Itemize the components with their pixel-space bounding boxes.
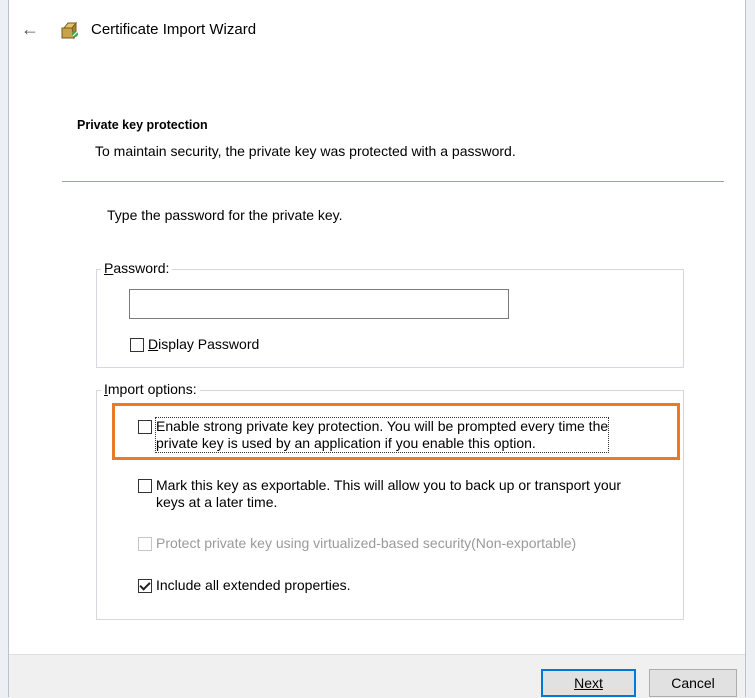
- exportable-row[interactable]: Mark this key as exportable. This will a…: [138, 477, 621, 511]
- cancel-button[interactable]: Cancel: [649, 669, 737, 697]
- vbs-row: Protect private key using virtualized-ba…: [138, 535, 576, 552]
- next-button[interactable]: Next: [541, 669, 636, 697]
- display-password-label[interactable]: Display Password: [148, 336, 259, 353]
- display-password-label-rest: isplay Password: [158, 336, 260, 352]
- exportable-line1: Mark this key as exportable. This will a…: [156, 477, 622, 493]
- wizard-window: ← Certificate Import Wizard Private key …: [8, 0, 746, 698]
- footer-bar: Next Cancel: [9, 654, 745, 698]
- certificate-wizard-icon: [61, 21, 78, 40]
- extended-row[interactable]: Include all extended properties.: [138, 577, 351, 594]
- extended-label[interactable]: Include all extended properties.: [156, 577, 351, 594]
- section-description: To maintain security, the private key wa…: [95, 143, 516, 159]
- next-button-label: Next: [574, 675, 603, 691]
- display-password-checkbox[interactable]: [130, 338, 144, 352]
- title-bar: ← Certificate Import Wizard: [9, 14, 745, 44]
- vbs-checkbox: [138, 537, 152, 551]
- instruction-text: Type the password for the private key.: [107, 207, 343, 223]
- import-options-legend-rest: mport options:: [107, 381, 197, 397]
- display-password-row[interactable]: Display Password: [130, 336, 259, 353]
- back-arrow-icon[interactable]: ←: [19, 18, 41, 40]
- password-legend-rest: assword:: [113, 260, 170, 276]
- password-group: Password: Display Password: [96, 260, 684, 368]
- password-legend: Password:: [101, 260, 173, 276]
- section-heading: Private key protection: [77, 118, 208, 132]
- exportable-checkbox[interactable]: [138, 479, 152, 493]
- highlight-box: [112, 403, 680, 460]
- exportable-line2: keys at a later time.: [156, 494, 278, 510]
- password-input[interactable]: [129, 289, 509, 319]
- vbs-label: Protect private key using virtualized-ba…: [156, 535, 577, 551]
- extended-checkbox[interactable]: [138, 579, 152, 593]
- divider: [62, 181, 724, 182]
- import-options-legend: Import options:: [101, 381, 200, 397]
- exportable-label[interactable]: Mark this key as exportable. This will a…: [156, 477, 621, 511]
- window-title: Certificate Import Wizard: [91, 21, 257, 38]
